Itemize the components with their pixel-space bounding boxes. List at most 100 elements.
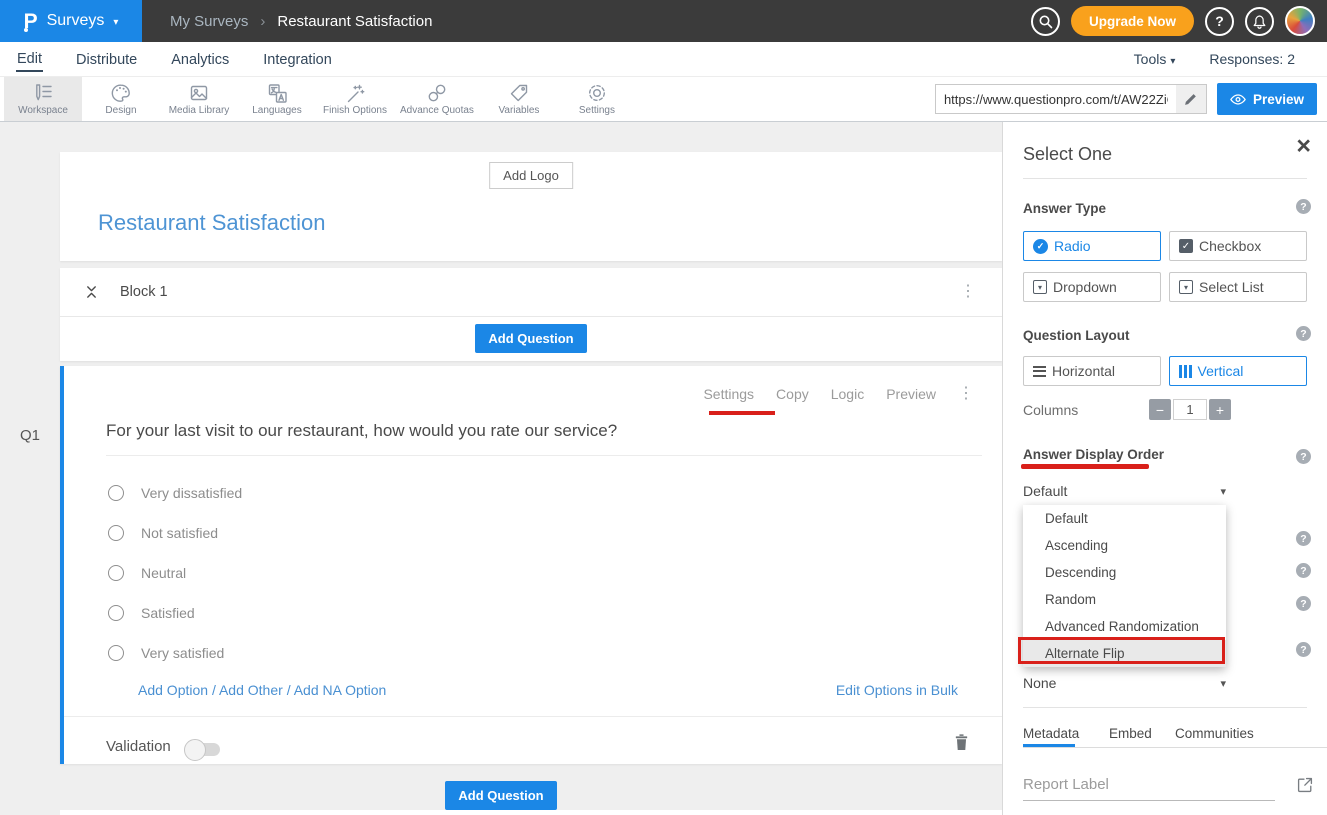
toolbar-item-languages[interactable]: Languages (238, 77, 316, 121)
dropdown-option-default[interactable]: Default (1023, 505, 1226, 532)
dropdown-option-random[interactable]: Random (1023, 586, 1226, 613)
collapse-block-button[interactable] (85, 284, 98, 300)
responses-count[interactable]: Responses: 2 (1209, 51, 1295, 67)
breadcrumb: My Surveys › Restaurant Satisfaction (170, 13, 432, 30)
radio-circle-icon[interactable] (108, 605, 124, 621)
upgrade-now-button[interactable]: Upgrade Now (1071, 6, 1194, 36)
breadcrumb-separator-icon: › (260, 13, 265, 30)
answer-option-row[interactable]: Very satisfied (108, 645, 224, 661)
add-question-button-bottom[interactable]: Add Question (445, 781, 556, 810)
answer-type-dropdown-button[interactable]: ▾ Dropdown (1023, 272, 1161, 302)
question-text[interactable]: For your last visit to our restaurant, h… (106, 421, 617, 441)
toolbar-item-media-library[interactable]: Media Library (160, 77, 238, 121)
panel-tab-communities[interactable]: Communities (1175, 726, 1254, 741)
answer-type-select-list-button[interactable]: ▾ Select List (1169, 272, 1307, 302)
survey-title[interactable]: Restaurant Satisfaction (98, 210, 325, 236)
question-action-tabs: Settings Copy Logic Preview ⋮ (703, 386, 974, 402)
setting-help-icon[interactable]: ? (1296, 531, 1311, 546)
setting-help-icon[interactable]: ? (1296, 596, 1311, 611)
radio-circle-icon[interactable] (108, 525, 124, 541)
preview-button[interactable]: Preview (1217, 83, 1317, 115)
toolbar-item-advance-quotas[interactable]: Advance Quotas (394, 77, 480, 121)
increase-columns-button[interactable]: + (1209, 399, 1231, 420)
search-button[interactable] (1031, 7, 1060, 36)
panel-tab-embed[interactable]: Embed (1109, 726, 1152, 741)
question-tab-logic[interactable]: Logic (831, 386, 864, 402)
notifications-button[interactable] (1245, 7, 1274, 36)
gear-icon (586, 82, 608, 104)
question-tab-settings[interactable]: Settings (703, 386, 754, 402)
setting-help-icon[interactable]: ? (1296, 563, 1311, 578)
radio-circle-icon[interactable] (108, 565, 124, 581)
search-icon (1037, 13, 1054, 30)
columns-value[interactable]: 1 (1173, 399, 1207, 420)
edit-url-button[interactable] (1176, 85, 1206, 113)
layout-vertical-button[interactable]: Vertical (1169, 356, 1307, 386)
block-card: Block 1 ⋮ Add Question (60, 268, 1002, 361)
tab-analytics[interactable]: Analytics (170, 47, 230, 71)
decrease-columns-button[interactable]: − (1149, 399, 1171, 420)
question-menu-button[interactable]: ⋮ (958, 386, 974, 402)
dropdown-option-alternate-flip[interactable]: Alternate Flip (1023, 640, 1226, 667)
answer-type-help-icon[interactable]: ? (1296, 199, 1311, 214)
product-menu[interactable]: P Surveys ▾ (0, 0, 142, 42)
tab-edit[interactable]: Edit (16, 46, 43, 72)
radio-circle-icon[interactable] (108, 645, 124, 661)
question-tab-preview[interactable]: Preview (886, 386, 936, 402)
answer-display-order-annotation-underline (1021, 464, 1149, 469)
product-name: Surveys (47, 12, 105, 30)
delete-question-button[interactable] (953, 732, 970, 757)
add-question-button-top[interactable]: Add Question (475, 324, 586, 353)
dropdown-option-advanced-randomization[interactable]: Advanced Randomization (1023, 613, 1226, 640)
panel-tab-metadata[interactable]: Metadata (1023, 726, 1079, 741)
question-footer-divider (64, 716, 1002, 717)
edit-options-in-bulk-link[interactable]: Edit Options in Bulk (836, 682, 958, 698)
answer-type-checkbox-button[interactable]: ✓ Checkbox (1169, 231, 1307, 261)
radio-circle-icon[interactable] (108, 485, 124, 501)
add-logo-button[interactable]: Add Logo (489, 162, 573, 189)
layout-horizontal-button[interactable]: Horizontal (1023, 356, 1161, 386)
vertical-bars-icon (1179, 365, 1192, 378)
answer-display-order-select[interactable]: Default ▾ (1023, 483, 1226, 499)
toolbar-item-workspace[interactable]: Workspace (4, 77, 82, 121)
answer-option-row[interactable]: Satisfied (108, 605, 195, 621)
question-tab-copy[interactable]: Copy (776, 386, 809, 402)
tab-integration[interactable]: Integration (262, 47, 333, 71)
validation-toggle[interactable] (186, 743, 220, 756)
add-na-option-link[interactable]: Add NA Option (294, 682, 387, 698)
add-other-link[interactable]: Add Other (219, 682, 283, 698)
tab-distribute[interactable]: Distribute (75, 47, 138, 71)
tools-menu[interactable]: Tools▾ (1134, 51, 1176, 67)
answer-option-row[interactable]: Not satisfied (108, 525, 218, 541)
answer-type-radio-button[interactable]: ✓ Radio (1023, 231, 1161, 261)
breadcrumb-my-surveys[interactable]: My Surveys (170, 13, 248, 30)
question-layout-help-icon[interactable]: ? (1296, 326, 1311, 341)
toolbar-item-variables[interactable]: Variables (480, 77, 558, 121)
report-label-input[interactable] (1023, 776, 1275, 801)
setting-help-icon[interactable]: ? (1296, 642, 1311, 657)
toolbar-item-settings[interactable]: Settings (558, 77, 636, 121)
help-button[interactable]: ? (1205, 7, 1234, 36)
tabs-divider (1023, 747, 1327, 748)
survey-nav: Edit Distribute Analytics Integration To… (0, 42, 1327, 76)
block-menu-button[interactable]: ⋮ (960, 284, 976, 300)
answer-option-row[interactable]: Neutral (108, 565, 186, 581)
survey-url-input[interactable] (936, 85, 1176, 113)
expand-report-label-button[interactable] (1297, 777, 1313, 793)
dropdown-option-descending[interactable]: Descending (1023, 559, 1226, 586)
block-header: Block 1 ⋮ (60, 268, 1002, 317)
dropdown-option-ascending[interactable]: Ascending (1023, 532, 1226, 559)
answer-display-order-help-icon[interactable]: ? (1296, 449, 1311, 464)
external-link-icon (1297, 777, 1313, 793)
block-name[interactable]: Block 1 (120, 284, 168, 300)
question-mark-icon: ? (1215, 13, 1224, 29)
secondary-select[interactable]: None ▾ (1023, 675, 1226, 691)
close-panel-button[interactable]: × (1296, 134, 1311, 159)
account-avatar[interactable] (1285, 6, 1315, 36)
add-option-link[interactable]: Add Option (138, 682, 208, 698)
wand-icon (344, 82, 366, 104)
survey-url-field (935, 84, 1207, 114)
toolbar-item-design[interactable]: Design (82, 77, 160, 121)
toolbar-item-finish-options[interactable]: Finish Options (316, 77, 394, 121)
answer-option-row[interactable]: Very dissatisfied (108, 485, 242, 501)
